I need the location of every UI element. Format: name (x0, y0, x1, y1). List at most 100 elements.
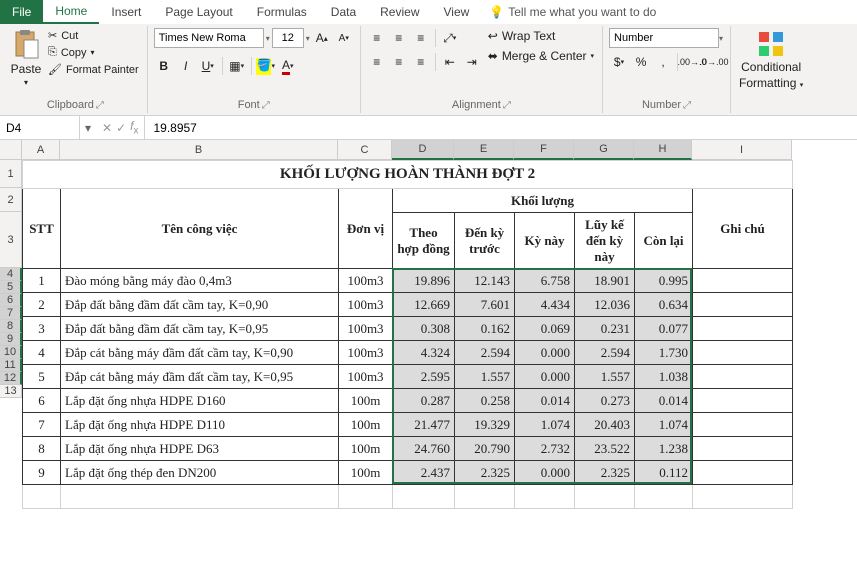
cell-conlai[interactable]: 1.038 (635, 365, 693, 389)
tab-insert[interactable]: Insert (99, 0, 153, 24)
cell-kynay[interactable]: 1.074 (515, 413, 575, 437)
clipboard-launcher[interactable]: ⤢ (96, 100, 104, 111)
number-format-dropdown[interactable] (609, 28, 719, 48)
copy-button[interactable]: ⎘Copy▾ (46, 45, 141, 60)
row-header-8[interactable]: 8 (0, 320, 22, 333)
cell-truoc[interactable]: 20.790 (455, 437, 515, 461)
cell-dv[interactable]: 100m3 (339, 365, 393, 389)
tab-page-layout[interactable]: Page Layout (153, 0, 244, 24)
decrease-decimal-button[interactable]: .0→.00 (704, 52, 724, 72)
tab-file[interactable]: File (0, 0, 43, 24)
cell-hd[interactable]: 2.595 (393, 365, 455, 389)
cell-stt[interactable]: 6 (23, 389, 61, 413)
cell-ten[interactable]: Đắp cát bằng máy đầm đất cầm tay, K=0,95 (61, 365, 339, 389)
align-right-button[interactable]: ≡ (411, 52, 431, 72)
percent-button[interactable]: % (631, 52, 651, 72)
col-header-G[interactable]: G (574, 140, 634, 160)
tell-me-search[interactable]: 💡 Tell me what you want to do (481, 0, 664, 24)
cell-hd[interactable]: 0.308 (393, 317, 455, 341)
cell-truoc[interactable]: 2.594 (455, 341, 515, 365)
row-header-2[interactable]: 2 (0, 188, 22, 212)
col-header-I[interactable]: I (692, 140, 792, 160)
cell-ghichu[interactable] (693, 413, 793, 437)
italic-button[interactable]: I (176, 56, 196, 76)
cell-stt[interactable]: 1 (23, 269, 61, 293)
row-header-3[interactable]: 3 (0, 212, 22, 268)
cell-stt[interactable]: 8 (23, 437, 61, 461)
cell-ghichu[interactable] (693, 317, 793, 341)
align-top-button[interactable]: ≡ (367, 28, 387, 48)
select-all-corner[interactable] (0, 140, 22, 160)
header-kynay[interactable]: Kỳ này (515, 213, 575, 269)
cell-luyke[interactable]: 0.231 (575, 317, 635, 341)
orientation-button[interactable]: ⤢▾ (440, 28, 460, 48)
header-ten[interactable]: Tên công việc (61, 189, 339, 269)
cell-conlai[interactable]: 0.995 (635, 269, 693, 293)
cell-truoc[interactable]: 2.325 (455, 461, 515, 485)
cell-kynay[interactable]: 6.758 (515, 269, 575, 293)
decrease-font-button[interactable]: A▾ (334, 28, 354, 48)
decrease-indent-button[interactable]: ⇤ (440, 52, 460, 72)
cell-kynay[interactable]: 4.434 (515, 293, 575, 317)
cancel-formula-button[interactable]: ✕ (102, 121, 112, 135)
border-button[interactable]: ▦▾ (227, 56, 247, 76)
header-kl[interactable]: Khối lượng (393, 189, 693, 213)
cell-luyke[interactable]: 0.273 (575, 389, 635, 413)
cell-hd[interactable]: 12.669 (393, 293, 455, 317)
cell-ghichu[interactable] (693, 461, 793, 485)
cell-kynay[interactable]: 0.000 (515, 461, 575, 485)
header-truoc[interactable]: Đến kỳ trước (455, 213, 515, 269)
cell-truoc[interactable]: 7.601 (455, 293, 515, 317)
increase-indent-button[interactable]: ⇥ (462, 52, 482, 72)
conditional-formatting-button[interactable]: Conditional Formatting ▾ (737, 28, 805, 92)
cell-stt[interactable]: 5 (23, 365, 61, 389)
col-header-F[interactable]: F (514, 140, 574, 160)
row-header-12[interactable]: 12 (0, 372, 22, 385)
col-header-A[interactable]: A (22, 140, 60, 160)
cell-kynay[interactable]: 0.069 (515, 317, 575, 341)
name-box-dropdown[interactable]: ▾ (80, 121, 96, 135)
col-header-E[interactable]: E (454, 140, 514, 160)
increase-font-button[interactable]: A▴ (312, 28, 332, 48)
cell-kynay[interactable]: 2.732 (515, 437, 575, 461)
cell-stt[interactable]: 2 (23, 293, 61, 317)
cell-ten[interactable]: Lắp đặt ống nhựa HDPE D110 (61, 413, 339, 437)
align-bottom-button[interactable]: ≡ (411, 28, 431, 48)
cell-ten[interactable]: Lắp đặt ống thép đen DN200 (61, 461, 339, 485)
col-header-D[interactable]: D (392, 140, 454, 160)
row-header-6[interactable]: 6 (0, 294, 22, 307)
cell-ghichu[interactable] (693, 269, 793, 293)
row-header-13[interactable]: 13 (0, 385, 22, 398)
cell-ghichu[interactable] (693, 341, 793, 365)
paste-button[interactable]: Paste ▾ (10, 28, 42, 87)
tab-data[interactable]: Data (319, 0, 368, 24)
cell-dv[interactable]: 100m (339, 413, 393, 437)
cell-dv[interactable]: 100m3 (339, 317, 393, 341)
name-box[interactable] (0, 116, 80, 139)
cell-dv[interactable]: 100m (339, 437, 393, 461)
cell-stt[interactable]: 4 (23, 341, 61, 365)
cut-button[interactable]: ✂Cut (46, 28, 141, 43)
cell-conlai[interactable]: 0.077 (635, 317, 693, 341)
wrap-text-button[interactable]: ↩Wrap Text (486, 28, 596, 44)
row-header-7[interactable]: 7 (0, 307, 22, 320)
alignment-launcher[interactable]: ⤢ (503, 100, 511, 111)
cell-luyke[interactable]: 12.036 (575, 293, 635, 317)
bold-button[interactable]: B (154, 56, 174, 76)
grid[interactable]: KHỐI LƯỢNG HOÀN THÀNH ĐỢT 2 STT Tên công… (22, 160, 793, 509)
cell-truoc[interactable]: 19.329 (455, 413, 515, 437)
header-luyke[interactable]: Lũy kế đến kỳ này (575, 213, 635, 269)
comma-button[interactable]: , (653, 52, 673, 72)
align-center-button[interactable]: ≡ (389, 52, 409, 72)
cell-truoc[interactable]: 0.162 (455, 317, 515, 341)
cell-hd[interactable]: 21.477 (393, 413, 455, 437)
cell-stt[interactable]: 7 (23, 413, 61, 437)
cell-kynay[interactable]: 0.014 (515, 389, 575, 413)
cell-stt[interactable]: 3 (23, 317, 61, 341)
tab-formulas[interactable]: Formulas (245, 0, 319, 24)
cell-stt[interactable]: 9 (23, 461, 61, 485)
row-header-9[interactable]: 9 (0, 333, 22, 346)
cell-ten[interactable]: Lắp đặt ống nhựa HDPE D63 (61, 437, 339, 461)
font-size-input[interactable] (272, 28, 304, 48)
cell-ghichu[interactable] (693, 389, 793, 413)
